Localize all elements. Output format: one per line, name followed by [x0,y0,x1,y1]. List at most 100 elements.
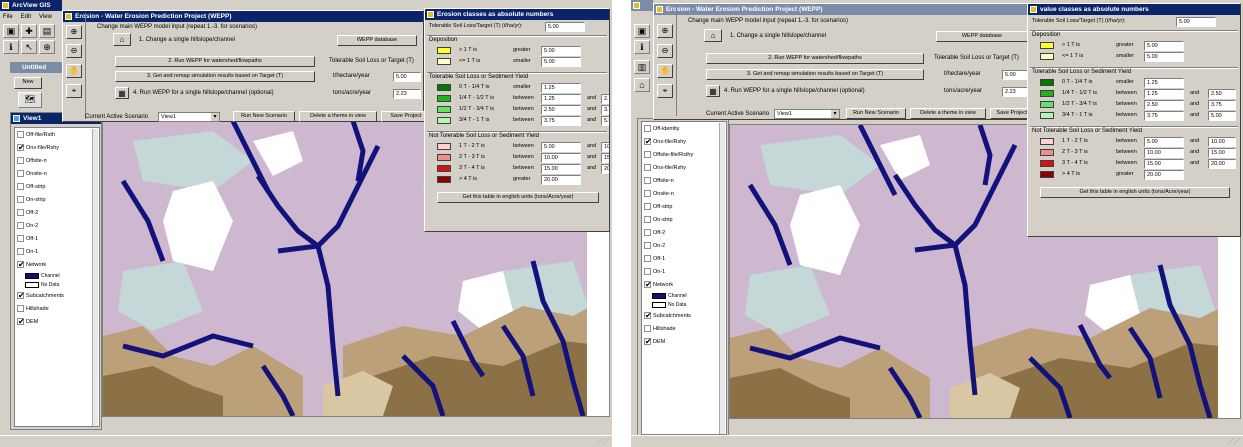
class-min-input[interactable]: 1.25 [541,83,581,93]
class-color-swatch[interactable] [1040,101,1054,108]
class-max-input[interactable]: 10.00 [601,142,609,152]
class-max-input[interactable]: 15.00 [1208,148,1236,158]
layer-checkbox[interactable] [644,190,651,197]
class-min-input[interactable]: 20.00 [1144,170,1184,180]
layer-checkbox[interactable] [644,255,651,262]
class-color-swatch[interactable] [437,47,451,54]
tolerable-target-input[interactable]: 5.00 [545,22,585,32]
pointer-icon[interactable]: ↖ [21,40,37,54]
class-min-input[interactable]: 1.25 [1144,89,1184,99]
class-max-input[interactable]: 3.75 [601,105,609,115]
layer-checkbox[interactable]: ✔ [17,292,25,300]
class-max-input[interactable]: 20.00 [601,164,609,174]
class-max-input[interactable]: 15.00 [601,153,609,163]
toc-layer-item[interactable]: Off-strip [642,200,726,213]
view-document-icon[interactable]: 🗺 [18,92,42,108]
class-color-swatch[interactable] [437,154,451,161]
toc-layer-item[interactable]: Hillshade [642,322,726,335]
toc-layer-item[interactable]: ✔ Subcatchments [642,309,726,322]
info-icon[interactable]: ℹ [3,40,19,54]
run-new-scenario-button[interactable]: Run New Scenario [233,111,295,122]
save-icon[interactable]: ▣ [634,24,650,38]
class-min-input[interactable]: 2.50 [541,105,581,115]
single-run-icon[interactable]: ▦ [115,87,129,99]
class-max-input[interactable]: 2.50 [601,94,609,104]
class-color-swatch[interactable] [437,58,451,65]
class-color-swatch[interactable] [437,117,451,124]
toc-layer-item[interactable]: ✔ Ons-file/Rshy [642,135,726,148]
class-max-input[interactable]: 5.00 [1208,111,1236,121]
class-min-input[interactable]: 1.25 [1144,78,1184,88]
toc-layer-item[interactable]: On-1 [15,245,99,258]
layer-checkbox[interactable]: ✔ [644,312,652,320]
layer-checkbox[interactable] [644,151,651,158]
scenario-select[interactable]: View1 [774,109,840,119]
toc-layer-item[interactable]: ✔ Ons-file/Rshy [15,141,99,154]
toc-scrollbar[interactable] [92,129,98,426]
pan-hand-icon[interactable]: ✋ [66,64,82,78]
layer-checkbox[interactable] [644,229,651,236]
identify-icon[interactable]: ⌖ [657,84,673,98]
add-theme-icon[interactable]: ✚ [21,24,37,38]
class-min-input[interactable]: 2.50 [1144,100,1184,110]
toc-layer-item[interactable]: Ons-file/Rshy [642,161,726,174]
class-min-input[interactable]: 5.00 [541,46,581,56]
tolerable-target-input[interactable]: 5.00 [1176,17,1216,27]
layer-checkbox[interactable] [17,170,24,177]
class-color-swatch[interactable] [1040,171,1054,178]
zoom-out-icon[interactable]: ⊖ [657,44,673,58]
class-color-swatch[interactable] [437,165,451,172]
class-max-input[interactable]: 20.00 [1208,159,1236,169]
class-max-input[interactable]: 10.00 [1208,137,1236,147]
layer-checkbox[interactable]: ✔ [644,338,652,346]
toc-layer-item[interactable]: ✔ Subcatchments [15,289,99,302]
class-min-input[interactable]: 15.00 [1144,159,1184,169]
english-units-button[interactable]: Get this table in english units (tons/Ac… [1040,187,1230,198]
new-view-icon[interactable]: ▥ [634,60,650,74]
class-color-swatch[interactable] [1040,160,1054,167]
layer-checkbox[interactable] [17,131,24,138]
class-color-swatch[interactable] [1040,53,1054,60]
single-run-icon[interactable]: ▦ [706,85,720,97]
toc-layer-item[interactable]: Off-identity [642,122,726,135]
hillslope-icon[interactable]: ⌂ [704,29,722,42]
class-color-swatch[interactable] [1040,138,1054,145]
class-color-swatch[interactable] [1040,149,1054,156]
class-color-swatch[interactable] [1040,79,1054,86]
toc-layer-item[interactable]: Off-2 [642,226,726,239]
new-button[interactable]: New [14,77,42,89]
class-color-swatch[interactable] [1040,90,1054,97]
layer-checkbox[interactable] [644,216,651,223]
zoom-in-icon[interactable]: ⊕ [66,25,82,39]
toc-layer-item[interactable]: ✔ Network [642,278,726,291]
toc-layer-item[interactable]: Onsite-n [642,187,726,200]
class-color-swatch[interactable] [437,143,451,150]
layer-checkbox[interactable]: ✔ [17,318,25,326]
remap-results-button[interactable]: 3. Get and remap simulation results base… [115,71,315,82]
layer-checkbox[interactable] [17,209,24,216]
table-of-contents[interactable]: Off-file/Rsth ✔ Ons-file/Rshy Offsite-n Onsi… [14,127,100,427]
toc-layer-item[interactable]: ✔ DEM [642,335,726,348]
toc-layer-item[interactable]: On-strip [15,193,99,206]
layer-checkbox[interactable] [17,157,24,164]
save-icon[interactable]: ▣ [3,24,19,38]
toc-layer-item[interactable]: Off-1 [642,252,726,265]
english-units-button[interactable]: Get this table in english units (tons/Ac… [437,192,599,203]
toc-layer-item[interactable]: On-2 [642,239,726,252]
class-color-swatch[interactable] [1040,112,1054,119]
toc-layer-item[interactable]: Offsite-n [15,154,99,167]
table-icon[interactable]: ▤ [39,24,55,38]
class-min-input[interactable]: 5.00 [1144,52,1184,62]
zoom-out-icon[interactable]: ⊖ [66,44,82,58]
pan-hand-icon[interactable]: ✋ [657,64,673,78]
toc-layer-item[interactable]: ✔ DEM [15,315,99,328]
layer-checkbox[interactable] [644,164,651,171]
toc-layer-item[interactable]: Off-strip [15,180,99,193]
class-color-swatch[interactable] [437,176,451,183]
class-min-input[interactable]: 5.00 [1144,137,1184,147]
class-max-input[interactable]: 3.75 [1208,100,1236,110]
layer-checkbox[interactable]: ✔ [17,261,25,269]
class-color-swatch[interactable] [437,84,451,91]
toc-layer-item[interactable]: On-2 [15,219,99,232]
class-max-input[interactable]: 2.50 [1208,89,1236,99]
